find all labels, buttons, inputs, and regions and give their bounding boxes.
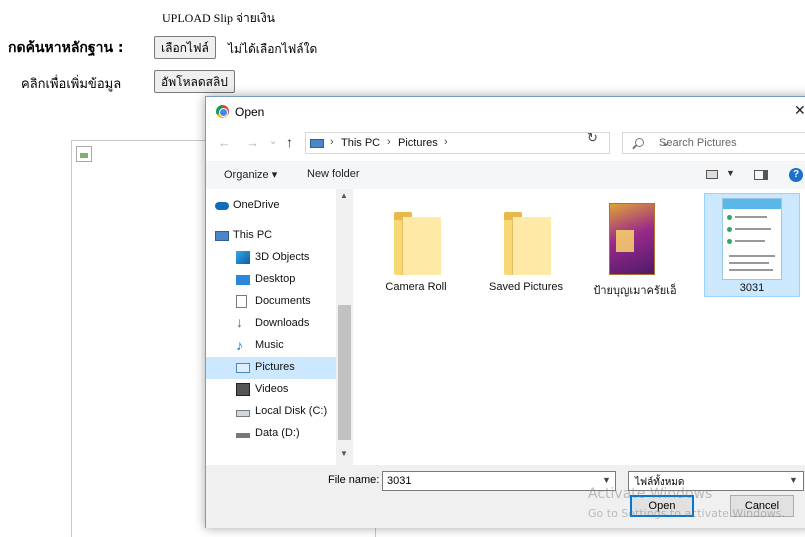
navigation-pane: OneDrive This PC 3D Objects Desktop Docu… [206, 189, 354, 465]
recent-locations-icon[interactable]: ⌄ [269, 136, 277, 147]
open-file-dialog: Open ✕ ← → ⌄ ↑ › This PC › Pictures › ⌄ … [205, 96, 805, 528]
desktop-icon [236, 275, 250, 285]
breadcrumb-separator: › [444, 136, 448, 148]
click-to-add-label: คลิกเพื่อเพิ่มข้อมูล [21, 77, 122, 92]
slip-image-thumbnail [722, 198, 782, 280]
nav-item-label: Local Disk (C:) [255, 405, 328, 417]
image-thumbnail [609, 203, 655, 275]
computer-icon [310, 139, 324, 148]
file-item-camera-roll[interactable]: Camera Roll [368, 193, 464, 297]
address-bar[interactable]: › This PC › Pictures › ⌄ [305, 132, 670, 154]
nav-item-this-pc[interactable]: This PC [206, 225, 336, 247]
nav-item-data-drive[interactable]: Data (D:) [206, 423, 336, 445]
change-view-icon[interactable] [706, 170, 718, 179]
navigation-bar: ← → ⌄ ↑ › This PC › Pictures › ⌄ ↻ Searc… [206, 127, 805, 159]
nav-item-label: This PC [233, 229, 273, 241]
scroll-up-icon[interactable]: ▲ [340, 191, 348, 200]
nav-item-desktop[interactable]: Desktop [206, 269, 336, 291]
breadcrumb-this-pc[interactable]: This PC [341, 137, 380, 149]
navigation-scrollbar[interactable]: ▲ ▼ [336, 189, 353, 465]
nav-item-pictures[interactable]: Pictures [206, 357, 336, 379]
search-icon [635, 138, 644, 147]
local-disk-icon [236, 410, 250, 417]
dialog-toolbar: Organize ▾ New folder ▼ ? [206, 161, 805, 189]
file-list: Camera Roll Saved Pictures ป้ายบุญเมาครั… [354, 189, 805, 465]
nav-item-3d-objects[interactable]: 3D Objects [206, 247, 336, 269]
file-name: ป้ายบุญเมาครัยเอ็ [593, 285, 677, 297]
3d-objects-icon [236, 251, 250, 264]
nav-item-videos[interactable]: Videos [206, 379, 336, 401]
nav-item-label: Music [255, 339, 284, 351]
breadcrumb-separator: › [387, 136, 391, 148]
organize-button[interactable]: Organize ▾ [224, 168, 277, 181]
file-item-saved-pictures[interactable]: Saved Pictures [478, 193, 574, 297]
dialog-titlebar[interactable]: Open ✕ [206, 97, 805, 127]
nav-item-label: Documents [255, 295, 311, 307]
refresh-icon[interactable]: ↻ [587, 130, 598, 146]
upload-slip-button[interactable]: อัพโหลดสลิป [154, 70, 235, 93]
nav-item-music[interactable]: ♪ Music [206, 335, 336, 357]
folder-icon [394, 212, 441, 275]
scroll-down-icon[interactable]: ▼ [340, 449, 348, 458]
videos-icon [236, 383, 250, 396]
nav-item-label: Pictures [255, 361, 295, 373]
music-icon: ♪ [236, 337, 243, 353]
folder-icon [504, 212, 551, 275]
search-placeholder: Search Pictures [659, 137, 737, 149]
nav-item-documents[interactable]: Documents [206, 291, 336, 313]
nav-item-label: Videos [255, 383, 289, 395]
broken-image-icon [76, 146, 92, 162]
nav-item-label: OneDrive [233, 199, 280, 211]
file-item-merit-sign[interactable]: ป้ายบุญเมาครัยเอ็ [587, 193, 683, 297]
preview-pane-icon[interactable] [754, 170, 768, 180]
computer-icon [215, 231, 229, 241]
file-name-value: 3031 [387, 475, 412, 487]
chevron-down-icon[interactable]: ▼ [789, 475, 798, 485]
activate-windows-watermark: Activate Windows [588, 486, 713, 502]
nav-item-label: Downloads [255, 317, 310, 329]
no-file-text: ไม่ได้เลือกไฟล์ใด [228, 42, 318, 56]
page-title: UPLOAD Slip จ่ายเงิน [162, 11, 275, 25]
help-icon[interactable]: ? [789, 168, 803, 182]
file-name: Saved Pictures [489, 281, 563, 293]
pictures-icon [236, 363, 250, 373]
nav-item-local-disk[interactable]: Local Disk (C:) [206, 401, 336, 423]
drive-icon [236, 433, 250, 438]
nav-item-label: 3D Objects [255, 251, 310, 263]
nav-item-label: Data (D:) [255, 427, 300, 439]
file-name: Camera Roll [385, 281, 447, 293]
view-menu-caret-icon[interactable]: ▼ [726, 168, 735, 178]
new-folder-button[interactable]: New folder [307, 168, 360, 180]
close-icon[interactable]: ✕ [794, 102, 805, 119]
breadcrumb-separator: › [330, 136, 334, 148]
search-input[interactable]: Search Pictures [622, 132, 805, 154]
dialog-title: Open [235, 105, 265, 119]
search-proof-label: กดค้นหาหลักฐาน : [8, 40, 124, 56]
forward-arrow-icon[interactable]: → [246, 135, 259, 150]
nav-item-label: Desktop [255, 273, 296, 285]
scrollbar-thumb[interactable] [338, 305, 351, 440]
nav-item-onedrive[interactable]: OneDrive [206, 195, 336, 217]
onedrive-icon [215, 202, 229, 210]
chevron-down-icon[interactable]: ▼ [602, 475, 611, 485]
chrome-icon [216, 105, 229, 118]
documents-icon [236, 295, 247, 308]
breadcrumb-pictures[interactable]: Pictures [398, 137, 438, 149]
downloads-icon: ↓ [236, 314, 243, 330]
nav-item-downloads[interactable]: ↓ Downloads [206, 313, 336, 335]
choose-file-button[interactable]: เลือกไฟล์ [154, 36, 216, 59]
file-item-3031[interactable]: 3031 [704, 193, 800, 297]
up-arrow-icon[interactable]: ↑ [286, 134, 293, 150]
back-arrow-icon[interactable]: ← [218, 135, 231, 150]
file-name-label: File name: [328, 474, 380, 486]
file-name-input[interactable]: 3031 ▼ [382, 471, 616, 491]
file-name: 3031 [739, 282, 765, 294]
activate-windows-hint: Go to Settings to activate Windows. [588, 507, 786, 520]
